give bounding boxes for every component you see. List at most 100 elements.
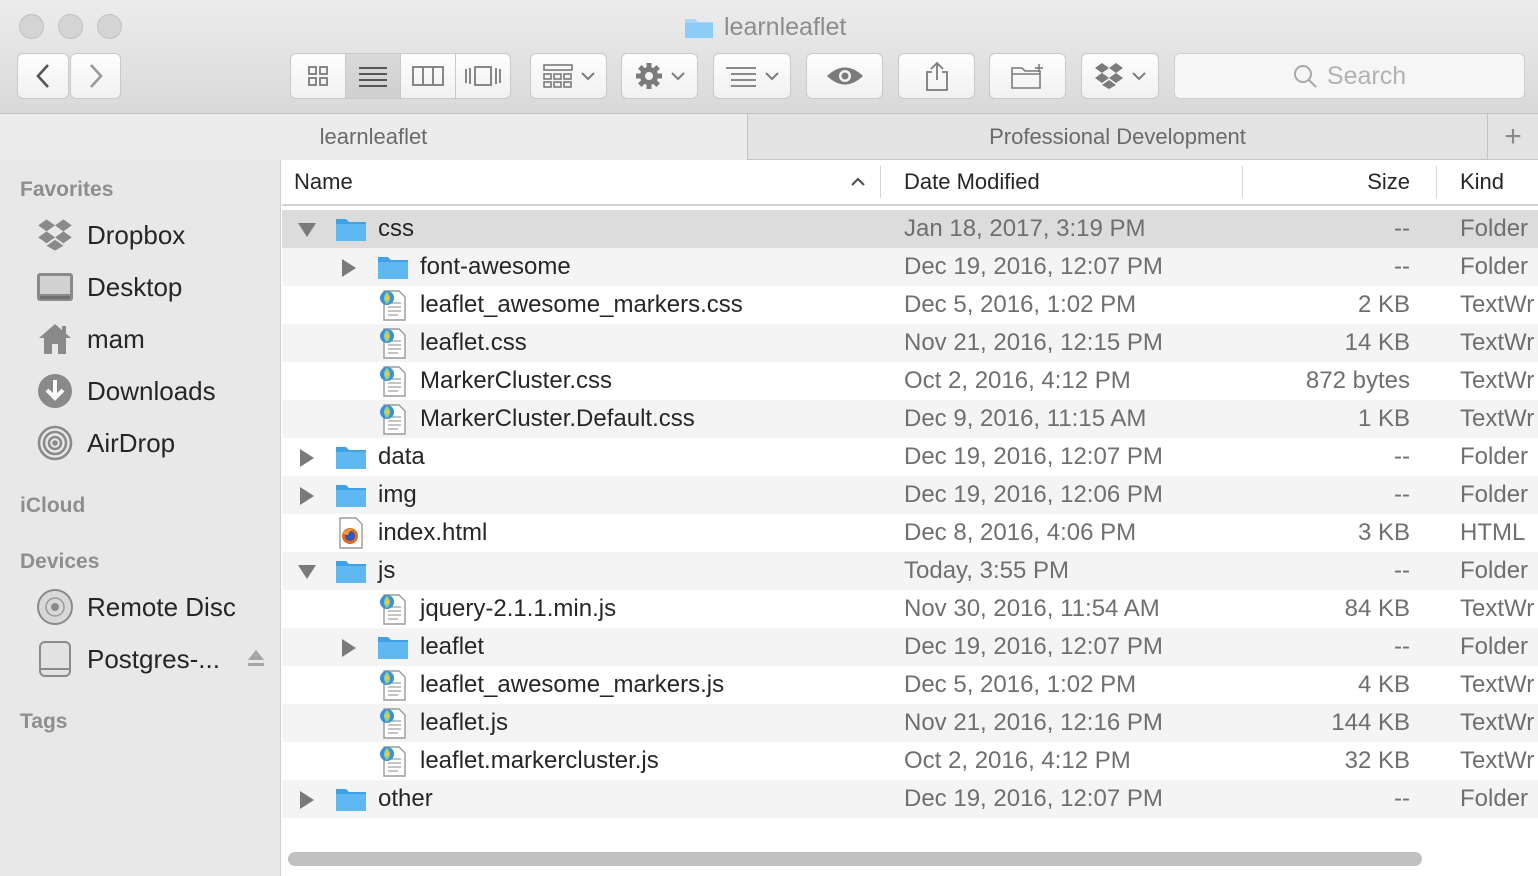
chevron-down-icon bbox=[1132, 72, 1146, 81]
file-name-cell: other bbox=[334, 780, 433, 818]
disclosure-closed-icon[interactable] bbox=[300, 791, 314, 809]
folder-row[interactable]: css Jan 18, 2017, 3:19 PM -- Folder bbox=[282, 210, 1538, 248]
file-row[interactable]: leaflet_awesome_markers.js Dec 5, 2016, 1… bbox=[282, 666, 1538, 704]
folder-row[interactable]: img Dec 19, 2016, 12:06 PM -- Folder bbox=[282, 476, 1538, 514]
forward-button[interactable] bbox=[70, 53, 121, 99]
new-folder-icon bbox=[1010, 64, 1043, 89]
folder-row[interactable]: leaflet Dec 19, 2016, 12:07 PM -- Folder bbox=[282, 628, 1538, 666]
arrange-icon bbox=[542, 64, 573, 88]
folder-row[interactable]: js Today, 3:55 PM -- Folder bbox=[282, 552, 1538, 590]
column-view-button[interactable] bbox=[401, 54, 456, 98]
column-header-date[interactable]: Date Modified bbox=[904, 160, 1234, 204]
arrange-button[interactable] bbox=[530, 53, 607, 99]
back-button[interactable] bbox=[17, 53, 69, 99]
folder-row[interactable]: data Dec 19, 2016, 12:07 PM -- Folder bbox=[282, 438, 1538, 476]
file-name-cell: MarkerCluster.Default.css bbox=[376, 400, 695, 438]
file-size: 872 bytes bbox=[1305, 367, 1410, 394]
file-size: -- bbox=[1394, 481, 1410, 508]
close-window-button[interactable] bbox=[19, 14, 44, 39]
column-header-kind[interactable]: Kind bbox=[1460, 160, 1538, 204]
disclosure-closed-icon[interactable] bbox=[342, 639, 356, 657]
file-date: Dec 8, 2016, 4:06 PM bbox=[904, 519, 1137, 546]
sidebar-item-remote-disc[interactable]: Remote Disc bbox=[36, 587, 236, 627]
file-kind: TextWr bbox=[1460, 671, 1535, 698]
file-name: leaflet_awesome_markers.js bbox=[420, 671, 725, 698]
sidebar-item-airdrop[interactable]: AirDrop bbox=[36, 423, 175, 463]
file-row[interactable]: leaflet.css Nov 21, 2016, 12:15 PM 14 KB Te… bbox=[282, 324, 1538, 362]
sidebar-item-postgres[interactable]: Postgres-... bbox=[36, 639, 220, 679]
disclosure-closed-icon[interactable] bbox=[300, 487, 314, 505]
file-kind: HTML bbox=[1460, 519, 1526, 546]
dropbox-icon bbox=[1095, 63, 1123, 89]
file-name: font-awesome bbox=[420, 253, 571, 280]
dropbox-menu-button[interactable] bbox=[1081, 53, 1159, 99]
disclosure-closed-icon[interactable] bbox=[300, 449, 314, 467]
new-tab-button[interactable]: + bbox=[1488, 114, 1538, 160]
eject-icon[interactable] bbox=[247, 649, 265, 672]
file-date: Dec 5, 2016, 1:02 PM bbox=[904, 291, 1137, 318]
column-divider[interactable] bbox=[1436, 166, 1437, 198]
disclosure-closed-icon[interactable] bbox=[342, 259, 356, 277]
cover-flow-button[interactable] bbox=[456, 54, 510, 98]
horizontal-scrollbar[interactable] bbox=[288, 852, 1422, 866]
column-header-size[interactable]: Size bbox=[1252, 160, 1410, 204]
action-menu-button[interactable] bbox=[621, 53, 698, 99]
column-divider[interactable] bbox=[880, 166, 881, 198]
sidebar-section-favorites: Favorites bbox=[20, 178, 114, 201]
file-name-cell: img bbox=[334, 476, 417, 514]
file-date: Dec 9, 2016, 11:15 AM bbox=[904, 405, 1147, 432]
sidebar: Favorites Dropbox Desktop mam Downloads … bbox=[0, 160, 281, 876]
file-date: Nov 21, 2016, 12:15 PM bbox=[904, 329, 1163, 356]
file-size: 14 KB bbox=[1344, 329, 1410, 356]
folder-row[interactable]: font-awesome Dec 19, 2016, 12:07 PM -- Fold… bbox=[282, 248, 1538, 286]
file-name: MarkerCluster.Default.css bbox=[420, 405, 695, 432]
file-name: other bbox=[378, 785, 433, 812]
new-folder-button[interactable] bbox=[989, 53, 1066, 99]
file-row[interactable]: MarkerCluster.Default.css Dec 9, 2016, 11… bbox=[282, 400, 1538, 438]
icon-view-icon bbox=[308, 66, 328, 86]
quick-look-button[interactable] bbox=[806, 53, 883, 99]
file-kind: TextWr bbox=[1460, 329, 1535, 356]
file-row[interactable]: jquery-2.1.1.min.js Nov 30, 2016, 11:54 A… bbox=[282, 590, 1538, 628]
search-placeholder: Search bbox=[1326, 61, 1407, 90]
tab-professional-development[interactable]: Professional Development bbox=[748, 114, 1488, 160]
tab-learnleaflet[interactable]: learnleaflet bbox=[0, 114, 748, 160]
search-field[interactable]: Search bbox=[1174, 53, 1525, 99]
folder-row[interactable]: other Dec 19, 2016, 12:07 PM -- Folder bbox=[282, 780, 1538, 818]
file-row[interactable]: leaflet.js Nov 21, 2016, 12:16 PM 144 KB Te… bbox=[282, 704, 1538, 742]
file-date: Dec 19, 2016, 12:06 PM bbox=[904, 481, 1163, 508]
file-name: data bbox=[378, 443, 425, 470]
textwrangler-file-icon bbox=[376, 403, 410, 435]
file-name: leaflet.css bbox=[420, 329, 527, 356]
group-by-button[interactable] bbox=[713, 53, 791, 99]
group-list-icon bbox=[726, 67, 756, 87]
sidebar-item-dropbox[interactable]: Dropbox bbox=[36, 215, 185, 255]
textwrangler-file-icon bbox=[376, 593, 410, 625]
sidebar-item-desktop[interactable]: Desktop bbox=[36, 267, 182, 307]
disc-icon bbox=[36, 589, 74, 625]
icon-view-button[interactable] bbox=[291, 54, 346, 98]
file-kind: TextWr bbox=[1460, 709, 1535, 736]
minimize-window-button[interactable] bbox=[58, 14, 83, 39]
file-name-cell: leaflet.js bbox=[376, 704, 508, 742]
file-row[interactable]: leaflet_awesome_markers.css Dec 5, 2016, … bbox=[282, 286, 1538, 324]
disclosure-open-icon[interactable] bbox=[298, 565, 316, 579]
file-row[interactable]: MarkerCluster.css Oct 2, 2016, 4:12 PM 872… bbox=[282, 362, 1538, 400]
column-divider[interactable] bbox=[1242, 166, 1243, 198]
sidebar-section-icloud: iCloud bbox=[20, 494, 86, 517]
column-header-name[interactable]: Name bbox=[294, 160, 874, 204]
sidebar-item-label: Downloads bbox=[87, 375, 216, 406]
file-date: Oct 2, 2016, 4:12 PM bbox=[904, 747, 1131, 774]
folder-icon bbox=[334, 558, 368, 584]
file-row[interactable]: index.html Dec 8, 2016, 4:06 PM 3 KB HTML bbox=[282, 514, 1538, 552]
file-row[interactable]: leaflet.markercluster.js Oct 2, 2016, 4:1… bbox=[282, 742, 1538, 780]
file-name: jquery-2.1.1.min.js bbox=[420, 595, 617, 622]
share-button[interactable] bbox=[898, 53, 975, 99]
sidebar-item-label: Dropbox bbox=[87, 219, 186, 250]
window-toolbar: learnleaflet Search bbox=[0, 0, 1538, 114]
disclosure-open-icon[interactable] bbox=[298, 223, 316, 237]
sidebar-item-mam[interactable]: mam bbox=[36, 319, 145, 359]
sidebar-item-downloads[interactable]: Downloads bbox=[36, 371, 216, 411]
zoom-window-button[interactable] bbox=[97, 14, 122, 39]
list-view-button[interactable] bbox=[346, 54, 401, 98]
